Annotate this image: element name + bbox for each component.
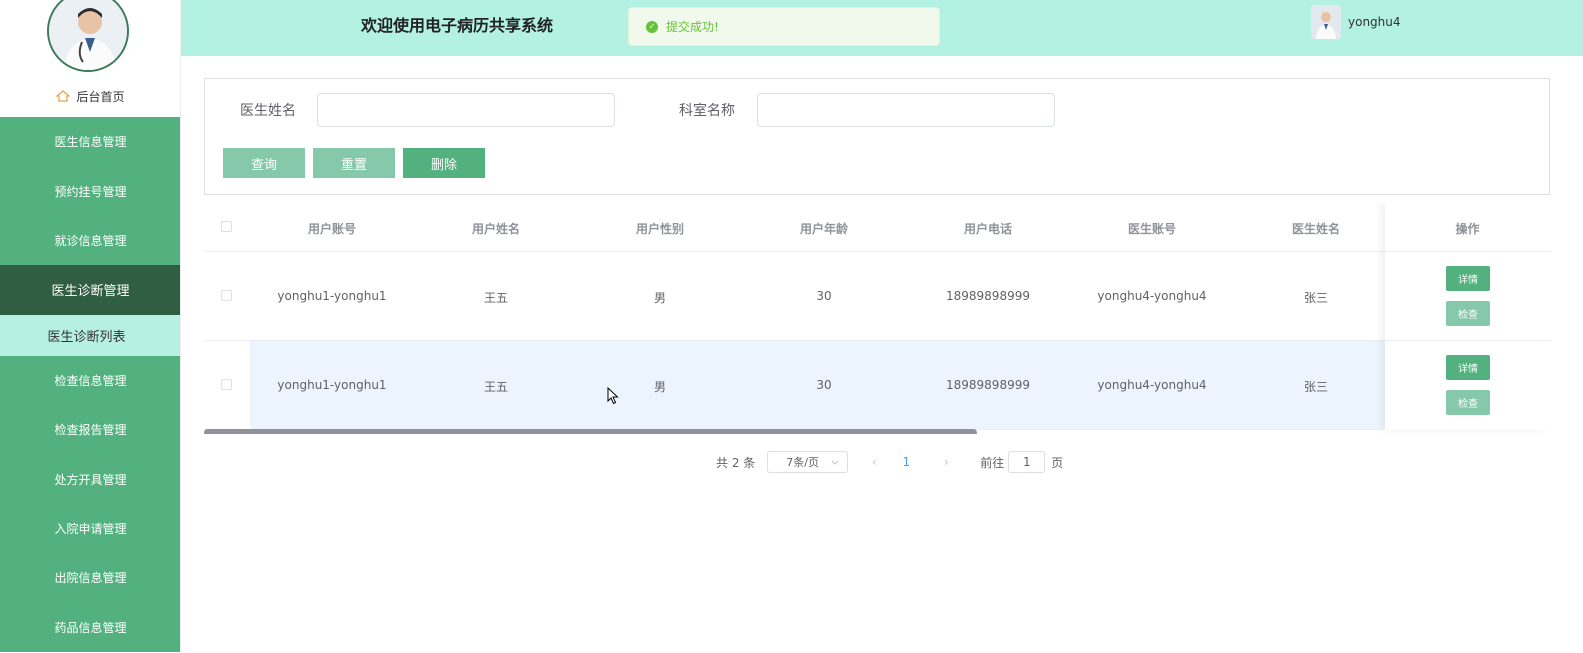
sidebar-item-medicine[interactable]: 药品信息管理 xyxy=(0,602,180,652)
pagination-total: 共 2 条 xyxy=(716,455,756,470)
sidebar-subitem-diagnosis-list[interactable]: 医生诊断列表 xyxy=(0,314,180,356)
col-user-phone: 用户电话 xyxy=(963,222,1012,236)
select-all-checkbox[interactable] xyxy=(221,221,232,232)
prev-page-icon[interactable]: ‹ xyxy=(860,455,888,469)
col-user-age: 用户年龄 xyxy=(799,222,848,236)
operations-column: 操作 详情 检查 详情 检查 xyxy=(1385,202,1550,430)
sidebar-menu: 医生信息管理 预约挂号管理 就诊信息管理 医生诊断管理 医生诊断列表 检查信息管… xyxy=(0,117,180,652)
sidebar-item-diagnosis[interactable]: 医生诊断管理 xyxy=(0,265,180,315)
home-icon xyxy=(55,89,72,103)
col-user-gender: 用户性别 xyxy=(635,222,684,236)
username: yonghu4 xyxy=(1348,15,1401,29)
sidebar-item-visit-info[interactable]: 就诊信息管理 xyxy=(0,215,180,266)
check-circle-icon: ✓ xyxy=(646,20,658,33)
sidebar-item-exam-report[interactable]: 检查报告管理 xyxy=(0,404,180,455)
col-doctor-name: 医生姓名 xyxy=(1291,222,1340,236)
cell-doctor-account: yonghu4-yonghu4 xyxy=(1097,289,1207,303)
check-button[interactable]: 检查 xyxy=(1446,301,1490,326)
detail-button[interactable]: 详情 xyxy=(1446,355,1490,380)
table-row: yonghu1-yonghu1 王五 男 30 18989898999 yong… xyxy=(204,341,1550,430)
table-row: yonghu1-yonghu1 王五 男 30 18989898999 yong… xyxy=(204,252,1550,341)
reset-button[interactable]: 重置 xyxy=(313,148,395,178)
cell-user-phone: 18989898999 xyxy=(946,378,1030,392)
doctor-name-label: 医生姓名 xyxy=(240,103,296,119)
col-user-name: 用户姓名 xyxy=(471,222,520,236)
cell-doctor-account: yonghu4-yonghu4 xyxy=(1097,378,1207,392)
row-checkbox[interactable] xyxy=(221,290,232,301)
chevron-down-icon xyxy=(831,456,839,469)
row-checkbox[interactable] xyxy=(221,379,232,390)
cell-doctor-name: 张三 xyxy=(1303,291,1328,305)
delete-button[interactable]: 删除 xyxy=(403,148,485,178)
page-title: 欢迎使用电子病历共享系统 xyxy=(361,16,554,35)
query-button[interactable]: 查询 xyxy=(223,148,305,178)
toast-message: 提交成功! xyxy=(666,20,719,34)
sidebar-item-doctor-info[interactable]: 医生信息管理 xyxy=(0,117,180,167)
home-link[interactable]: 后台首页 xyxy=(0,86,180,106)
sidebar-item-exam-info[interactable]: 检查信息管理 xyxy=(0,355,180,405)
col-user-account: 用户账号 xyxy=(307,222,356,236)
user-menu[interactable]: yonghu4 xyxy=(1311,5,1401,39)
goto-page-input[interactable] xyxy=(1008,451,1046,473)
cell-doctor-name: 张三 xyxy=(1303,380,1328,394)
sidebar: 后台首页 医生信息管理 预约挂号管理 就诊信息管理 医生诊断管理 医生诊断列表 … xyxy=(0,0,181,653)
table-header: 用户账号 用户姓名 用户性别 用户年龄 用户电话 医生账号 医生姓名 xyxy=(204,202,1550,252)
horizontal-scrollbar[interactable] xyxy=(204,429,977,434)
dept-name-label: 科室名称 xyxy=(679,103,735,119)
cell-user-name: 王五 xyxy=(483,380,508,394)
page-suffix: 页 xyxy=(1051,455,1064,470)
sidebar-item-appointment[interactable]: 预约挂号管理 xyxy=(0,166,180,216)
search-panel: 医生姓名 科室名称 查询 重置 删除 xyxy=(204,78,1550,195)
pagination: 共 2 条 7条/页 ‹ 1 › 前往 页 xyxy=(716,451,1063,473)
cell-user-name: 王五 xyxy=(483,291,508,305)
doctor-name-input[interactable] xyxy=(317,93,615,127)
next-page-icon[interactable]: › xyxy=(932,455,960,469)
cell-user-gender: 男 xyxy=(653,291,666,305)
page-size-value: 7条/页 xyxy=(786,456,819,469)
col-operations: 操作 xyxy=(1455,222,1480,236)
page-size-select[interactable]: 7条/页 xyxy=(767,451,849,473)
cell-user-account: yonghu1-yonghu1 xyxy=(277,289,387,303)
cell-user-phone: 18989898999 xyxy=(946,289,1030,303)
data-table: 用户账号 用户姓名 用户性别 用户年龄 用户电话 医生账号 医生姓名 yongh… xyxy=(204,202,1550,434)
check-button[interactable]: 检查 xyxy=(1446,390,1490,415)
top-header: 欢迎使用电子病历共享系统 ✓ 提交成功! yonghu4 xyxy=(181,0,1583,56)
home-label: 后台首页 xyxy=(76,89,125,104)
sidebar-item-admission[interactable]: 入院申请管理 xyxy=(0,503,180,554)
cell-user-gender: 男 xyxy=(653,380,666,394)
doctor-avatar xyxy=(47,0,129,72)
col-doctor-account: 医生账号 xyxy=(1127,222,1176,236)
cell-user-age: 30 xyxy=(816,378,832,392)
sidebar-item-discharge[interactable]: 出院信息管理 xyxy=(0,553,180,603)
cell-user-age: 30 xyxy=(816,289,832,303)
success-toast: ✓ 提交成功! xyxy=(628,7,940,46)
user-avatar xyxy=(1311,5,1341,39)
goto-label: 前往 xyxy=(980,455,1005,470)
sidebar-item-prescription[interactable]: 处方开具管理 xyxy=(0,454,180,504)
mouse-cursor-icon xyxy=(607,386,619,405)
page-number[interactable]: 1 xyxy=(892,455,920,469)
cell-user-account: yonghu1-yonghu1 xyxy=(277,378,387,392)
dept-name-input[interactable] xyxy=(757,93,1055,127)
detail-button[interactable]: 详情 xyxy=(1446,266,1490,291)
